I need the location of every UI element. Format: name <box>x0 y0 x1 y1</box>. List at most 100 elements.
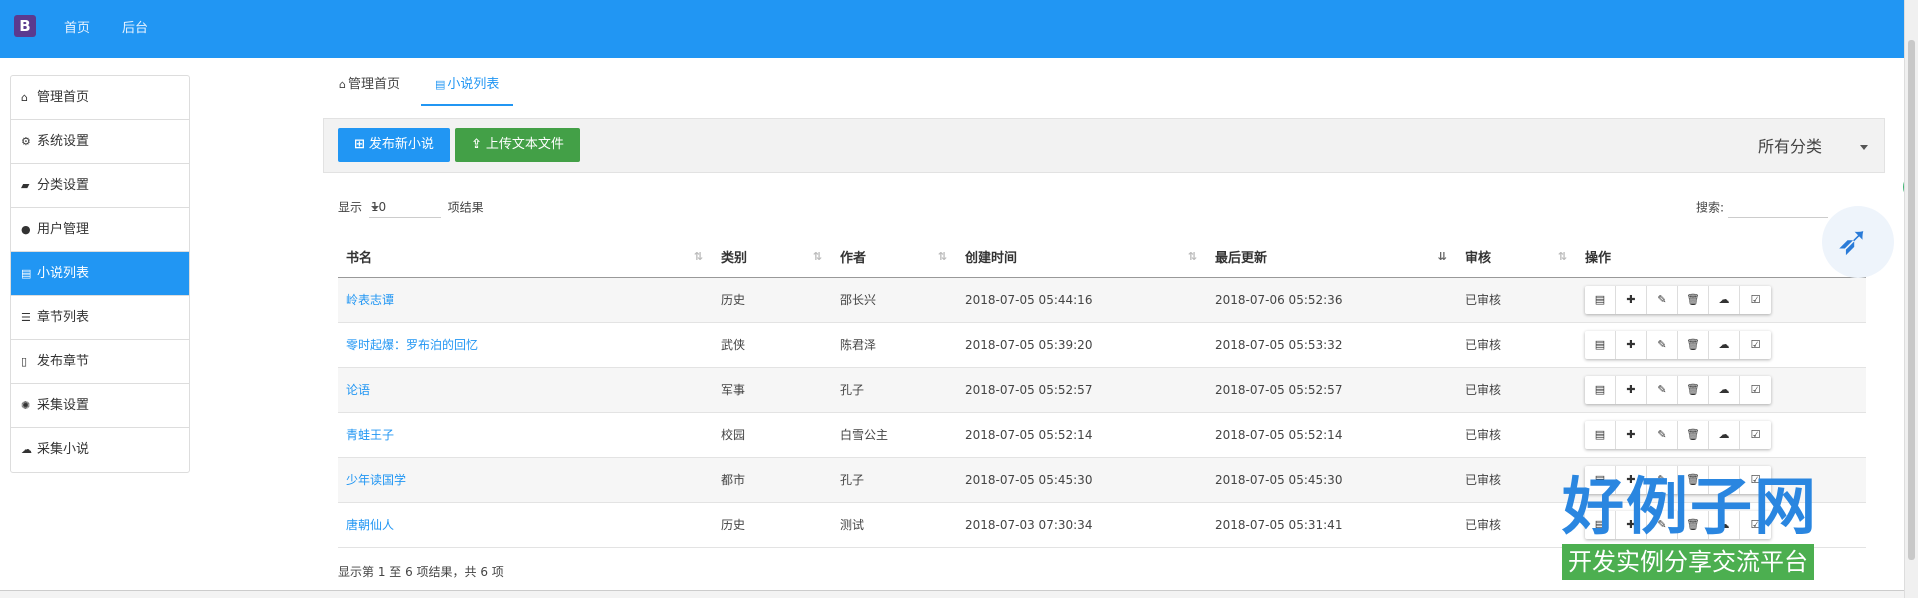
col-updated[interactable]: 最后更新 ⇊ <box>1207 237 1457 278</box>
cloud-download-icon[interactable]: ☁ <box>1709 330 1740 359</box>
cloud-download-icon[interactable]: ☁ <box>1709 420 1740 449</box>
sort-desc-icon: ⇊ <box>1437 250 1447 263</box>
author-cell: 白雪公主 <box>840 428 889 442</box>
edit-icon[interactable]: ✎ <box>1647 375 1678 404</box>
add-chapter-icon[interactable]: ✚ <box>1616 375 1647 404</box>
view-icon[interactable]: ▤ <box>1585 375 1616 404</box>
edit-icon[interactable]: ✎ <box>1647 285 1678 314</box>
publish-novel-button[interactable]: ⊞ 发布新小说 <box>338 128 450 162</box>
row-actions: ▤ ✚ ✎ 🗑 ☁ ☑ <box>1585 420 1771 449</box>
created-cell: 2018-07-05 05:39:20 <box>965 337 1093 352</box>
sidebar-item-label: 采集设置 <box>37 398 90 413</box>
horizontal-scrollbar[interactable] <box>0 590 1904 598</box>
category-select[interactable]: 所有分类 <box>1758 134 1868 160</box>
col-category[interactable]: 类别 ⇅ <box>713 237 832 278</box>
add-chapter-icon[interactable]: ✚ <box>1616 285 1647 314</box>
check-square-icon[interactable]: ☑ <box>1740 286 1771 314</box>
edit-icon[interactable]: ✎ <box>1647 330 1678 359</box>
title-link[interactable]: 少年读国学 <box>346 473 406 487</box>
add-chapter-icon[interactable]: ✚ <box>1616 330 1647 359</box>
status-cell: 已审核 <box>1465 428 1502 442</box>
sort-icon: ⇅ <box>1187 250 1197 263</box>
delete-icon[interactable]: 🗑 <box>1678 330 1709 359</box>
sidebar-item-system-settings[interactable]: ⚙ 系统设置 <box>11 120 189 164</box>
check-square-icon[interactable]: ☑ <box>1740 421 1771 449</box>
sidebar-item-label: 用户管理 <box>37 222 90 237</box>
sidebar-item-label: 分类设置 <box>37 178 90 193</box>
row-actions: ▤ ✚ ✎ 🗑 ☁ ☑ <box>1585 330 1771 359</box>
updated-cell: 2018-07-05 05:45:30 <box>1215 472 1343 487</box>
search-input[interactable] <box>1727 198 1828 218</box>
list-icon: ☰ <box>21 311 31 324</box>
nav-admin-link[interactable]: 后台 <box>122 17 148 36</box>
cloud-download-icon[interactable]: ☁ <box>1709 375 1740 404</box>
watermark-title: 好例子网 <box>1562 470 1819 543</box>
col-status[interactable]: 审核 ⇅ <box>1457 237 1577 278</box>
check-square-icon[interactable]: ☑ <box>1740 376 1771 404</box>
sidebar-item-category-settings[interactable]: ▰ 分类设置 <box>11 164 189 208</box>
title-link[interactable]: 岭表志谭 <box>346 293 394 307</box>
scrollbar-thumb[interactable] <box>1908 40 1915 560</box>
caret-down-icon <box>370 206 379 210</box>
sidebar-item-label: 采集小说 <box>37 442 90 457</box>
sidebar-item-chapter-list[interactable]: ☰ 章节列表 <box>11 296 189 340</box>
cloud-download-icon[interactable]: ☁ <box>1709 285 1740 314</box>
sidebar-item-user-management[interactable]: ● 用户管理 <box>11 208 189 252</box>
delete-icon[interactable]: 🗑 <box>1678 375 1709 404</box>
status-cell: 已审核 <box>1465 473 1502 487</box>
status-cell: 已审核 <box>1465 293 1502 307</box>
author-cell: 陈君泽 <box>840 338 877 352</box>
title-link[interactable]: 青蛙王子 <box>346 428 394 442</box>
title-link[interactable]: 论语 <box>346 383 370 397</box>
caret-down-icon <box>1860 145 1868 150</box>
table-row: 青蛙王子 校园 白雪公主 2018-07-05 05:52:14 2018-07-05 … <box>338 412 1866 458</box>
home-icon: ⌂ <box>339 78 346 91</box>
updated-cell: 2018-07-05 05:52:14 <box>1215 427 1343 442</box>
brand-logo[interactable]: B <box>14 15 36 37</box>
sidebar-item-dashboard[interactable]: ⌂ 管理首页 <box>11 76 189 120</box>
tab-dashboard[interactable]: ⌂ 管理首页 <box>325 70 414 106</box>
author-cell: 测试 <box>840 518 865 532</box>
search-control: 搜索: <box>1696 198 1828 218</box>
sidebar-item-publish-chapter[interactable]: ▯ 发布章节 <box>11 340 189 384</box>
sidebar-item-label: 小说列表 <box>37 266 90 281</box>
bird-icon: ➶ <box>1836 218 1870 264</box>
col-author[interactable]: 作者 ⇅ <box>832 237 957 278</box>
col-created[interactable]: 创建时间 ⇅ <box>957 237 1207 278</box>
sidebar-item-crawl-settings[interactable]: ✺ 采集设置 <box>11 384 189 428</box>
tab-novel-list[interactable]: ▤ 小说列表 <box>421 70 514 106</box>
home-icon: ⌂ <box>21 91 28 104</box>
nav-home-link[interactable]: 首页 <box>64 17 90 36</box>
row-actions: ▤ ✚ ✎ 🗑 ☁ ☑ <box>1585 375 1771 404</box>
cloud-download-icon: ☁ <box>21 443 32 456</box>
table-row: 岭表志谭 历史 邵长兴 2018-07-05 05:44:16 2018-07-06 0… <box>338 277 1866 323</box>
view-icon[interactable]: ▤ <box>1585 285 1616 314</box>
sidebar-item-crawl-novels[interactable]: ☁ 采集小说 <box>11 428 189 472</box>
sidebar-item-novel-list[interactable]: ▤ 小说列表 <box>11 252 189 296</box>
table-header-row: 书名 ⇅ 类别 ⇅ 作者 ⇅ 创建时间 ⇅ 最后更新 ⇊ 审核 ⇅ 操作 <box>338 237 1866 278</box>
category-cell: 军事 <box>721 383 746 397</box>
category-cell: 校园 <box>721 428 746 442</box>
delete-icon[interactable]: 🗑 <box>1678 285 1709 314</box>
created-cell: 2018-07-05 05:44:16 <box>965 292 1093 307</box>
watermark-subtitle: 开发实例分享交流平台 <box>1562 544 1814 580</box>
check-square-icon[interactable]: ☑ <box>1740 331 1771 359</box>
gears-icon: ⚙ <box>21 135 31 148</box>
upload-icon: ⇪ <box>471 137 482 152</box>
title-link[interactable]: 零时起爆：罗布泊的回忆 <box>346 338 478 352</box>
title-link[interactable]: 唐朝仙人 <box>346 518 394 532</box>
add-chapter-icon[interactable]: ✚ <box>1616 420 1647 449</box>
view-icon[interactable]: ▤ <box>1585 330 1616 359</box>
floating-bird-widget[interactable]: ➶ <box>1822 206 1894 278</box>
edit-icon[interactable]: ✎ <box>1647 420 1678 449</box>
status-cell: 已审核 <box>1465 518 1502 532</box>
book-icon: ▤ <box>21 267 32 280</box>
upload-text-file-button[interactable]: ⇪ 上传文本文件 <box>455 128 580 162</box>
updated-cell: 2018-07-06 05:52:36 <box>1215 292 1343 307</box>
page-length-select[interactable]: 10 <box>368 198 441 218</box>
delete-icon[interactable]: 🗑 <box>1678 420 1709 449</box>
col-title[interactable]: 书名 ⇅ <box>338 237 713 278</box>
table-row: 论语 军事 孔子 2018-07-05 05:52:57 2018-07-05 05:5… <box>338 367 1866 413</box>
scrollbar[interactable] <box>1904 0 1918 598</box>
view-icon[interactable]: ▤ <box>1585 420 1616 449</box>
